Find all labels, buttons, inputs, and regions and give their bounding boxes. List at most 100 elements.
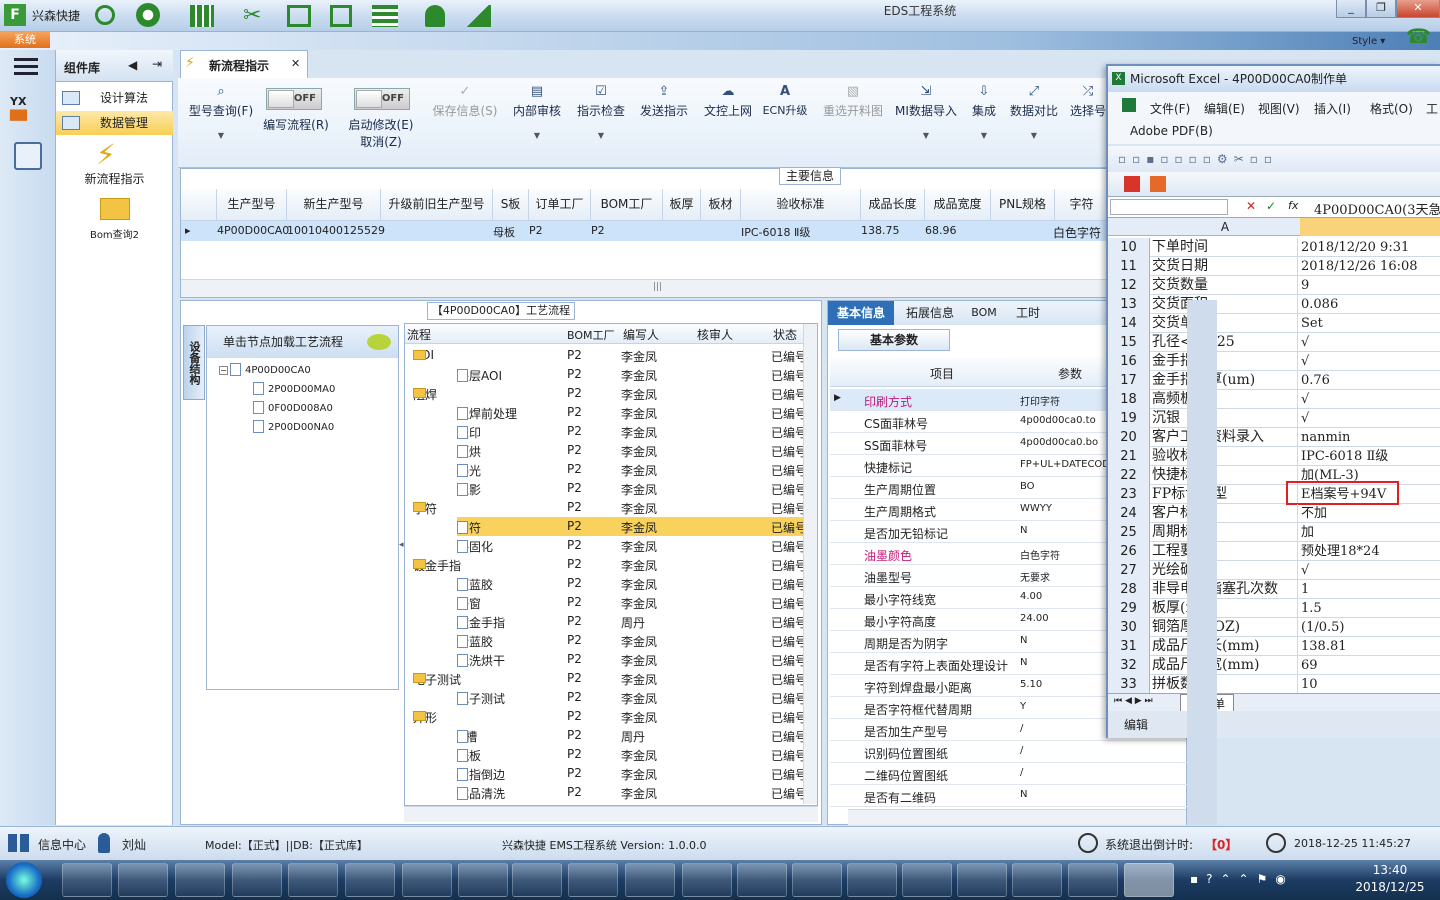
cell-b[interactable]: √: [1301, 352, 1440, 371]
sheet-nav-icon[interactable]: ⏮ ◀ ▶ ⏭: [1114, 696, 1153, 706]
tree-child[interactable]: 2P00D00MA0: [253, 382, 335, 395]
lightning-icon[interactable]: ⚡: [96, 138, 116, 171]
cell-a[interactable]: 验收标准: [1152, 447, 1298, 466]
taskbar-app-icon[interactable]: [118, 863, 168, 897]
chart-icon[interactable]: [465, 5, 491, 27]
info-center[interactable]: 信息中心: [38, 836, 86, 853]
cell-a[interactable]: 非导电树脂塞孔次数: [1152, 580, 1298, 599]
cell-b[interactable]: 2018/12/26 16:08: [1301, 257, 1440, 276]
excel-row[interactable]: 20客户工程资料录入nanmin: [1108, 428, 1440, 447]
menu-insert[interactable]: 插入(I): [1314, 100, 1351, 117]
tray-icons[interactable]: ▪?⌃⌃⚑◉: [1190, 872, 1294, 886]
cell-a[interactable]: 铜箔厚度(OZ): [1152, 618, 1298, 637]
grid-view-icon[interactable]: [8, 834, 30, 852]
taskbar-app-icon[interactable]: [62, 863, 112, 897]
cell-a[interactable]: 金手指金厚(um): [1152, 371, 1298, 390]
internal-review-button[interactable]: ▤ 内部审核 ▼: [508, 84, 566, 140]
save-icon[interactable]: [288, 863, 338, 897]
col-header[interactable]: BOM工厂: [567, 327, 615, 343]
tree-child[interactable]: 2P00D00NA0: [253, 420, 334, 433]
search-icon[interactable]: [95, 5, 115, 25]
pdf-icon[interactable]: [512, 863, 562, 897]
excel-file-icon[interactable]: [902, 863, 952, 897]
cell-b[interactable]: 不加: [1301, 504, 1440, 523]
excel-row[interactable]: 13 交货面积 0.086: [1108, 295, 1440, 314]
process-row[interactable]: 铣板 P2 李金凤 已编号: [405, 745, 807, 764]
cell-a[interactable]: 下单时间: [1152, 238, 1298, 257]
system-tab[interactable]: 系统: [0, 32, 50, 48]
excel-row[interactable]: 21 验收标准 IPC-6018 Ⅱ级: [1108, 447, 1440, 466]
folder-icon[interactable]: [100, 198, 130, 220]
cell-a[interactable]: 光绘确认: [1152, 561, 1298, 580]
excel-row[interactable]: 16 金手指 √: [1108, 352, 1440, 371]
comp-item-data-management[interactable]: 数据管理: [56, 111, 173, 135]
equipment-structure-tab[interactable]: 设备结构: [183, 325, 205, 400]
cell-b[interactable]: IPC-6018 Ⅱ级: [1301, 447, 1440, 466]
col-header[interactable]: 新生产型号: [287, 189, 381, 221]
excel-row[interactable]: 30铜箔厚度(OZ)(1/0.5): [1108, 618, 1440, 637]
excel-row[interactable]: 32成品尺寸宽(mm)69: [1108, 656, 1440, 675]
col-header[interactable]: 状态: [773, 326, 797, 343]
cell-b[interactable]: 1: [1301, 580, 1440, 599]
clock-time[interactable]: 13:40: [1355, 863, 1425, 877]
excel-taskbar-icon[interactable]: [1124, 863, 1174, 897]
excel-file-icon[interactable]: [847, 863, 897, 897]
process-row[interactable]: 成品清洗 P2 李金凤 已编号: [405, 783, 807, 802]
col-header[interactable]: 成品宽度: [925, 189, 991, 221]
taskbar-app-icon[interactable]: [458, 863, 508, 897]
process-row[interactable]: 丝印 P2 李金凤 已编号: [405, 422, 807, 441]
excel-row[interactable]: 29 板厚(mm) 1.5: [1108, 599, 1440, 618]
process-row[interactable]: 外层AOI P2 李金凤 已编号: [405, 365, 807, 384]
col-header[interactable]: 验收标准: [741, 189, 861, 221]
cell-b[interactable]: 9: [1301, 276, 1440, 295]
globe-icon[interactable]: [136, 3, 160, 27]
process-row[interactable]: 预烘 P2 李金凤 已编号: [405, 441, 807, 460]
cell-b[interactable]: √: [1301, 333, 1440, 352]
integrate-button[interactable]: ⇩ 集成 ▼: [968, 84, 1000, 140]
cell-b[interactable]: 1.5: [1301, 599, 1440, 618]
cell-a[interactable]: 客户标记: [1152, 504, 1298, 523]
instruction-check-button[interactable]: ☑ 指示检查 ▼: [572, 84, 630, 140]
cell-b[interactable]: 69: [1301, 656, 1440, 675]
basic-row[interactable]: 是否有二维码 N: [830, 785, 1188, 807]
process-row[interactable]: 终固化 P2 李金凤 已编号: [405, 536, 807, 555]
data-compare-button[interactable]: ⤢ 数据对比 ▼: [1006, 84, 1062, 140]
process-row[interactable]: 撕蓝胶 P2 李金凤 已编号: [405, 631, 807, 650]
cell-b[interactable]: 预处理18*24: [1301, 542, 1440, 561]
excel-row[interactable]: 23FP标记类型E档案号+94V: [1108, 481, 1440, 505]
process-row[interactable]: 曝光 P2 李金凤 已编号: [405, 460, 807, 479]
col-header[interactable]: 项目: [930, 365, 954, 382]
process-vscroll[interactable]: [803, 324, 817, 804]
cell-b[interactable]: 加: [1301, 523, 1440, 542]
cell-b[interactable]: 0.76: [1301, 371, 1440, 390]
yx-logo-icon[interactable]: YX ▇▇: [10, 95, 42, 125]
excel-row[interactable]: 10 下单时间 2018/12/20 9:31: [1108, 238, 1440, 257]
pdf-convert-icon[interactable]: [1150, 176, 1166, 192]
col-header[interactable]: 订单工厂: [529, 189, 591, 221]
excel-row[interactable]: 14 交货单位 Set: [1108, 314, 1440, 333]
process-row[interactable]: 压蓝胶 P2 李金凤 已编号: [405, 574, 807, 593]
cell-a[interactable]: 交货单位: [1152, 314, 1298, 333]
doc-online-button[interactable]: ☁ 文控上网: [698, 84, 758, 119]
cell-a[interactable]: 交货日期: [1152, 257, 1298, 276]
close-button[interactable]: ✕: [1396, 0, 1440, 18]
cancel-label[interactable]: 取消(Z): [342, 133, 420, 150]
cell-a[interactable]: 成品尺寸长(mm): [1152, 637, 1298, 656]
taskbar-app-icon[interactable]: [625, 863, 675, 897]
select-number-button[interactable]: ⤮ 选择号: [1068, 84, 1108, 119]
process-hscroll[interactable]: [404, 806, 818, 822]
bom-query-label[interactable]: Bom查询2: [56, 226, 173, 241]
process-row[interactable]: −外形 P2 李金凤 已编号: [405, 707, 807, 726]
process-row[interactable]: V槽 P2 周丹 已编号: [405, 726, 807, 745]
menu-file[interactable]: 文件(F): [1150, 100, 1190, 117]
cell-a[interactable]: 交货数量: [1152, 276, 1298, 295]
model-query-button[interactable]: ⌕ 型号查询(F) ▼: [184, 84, 258, 140]
pdf-icon[interactable]: [568, 863, 618, 897]
col-header[interactable]: 板厚: [663, 189, 701, 221]
start-button-icon[interactable]: [6, 862, 42, 898]
cell-a[interactable]: 沉银: [1152, 409, 1298, 428]
excel-file-icon[interactable]: [792, 863, 842, 897]
splitter-arrow-icon[interactable]: ◂: [399, 540, 404, 550]
cell-b[interactable]: 0.086: [1301, 295, 1440, 314]
excel-file-icon[interactable]: [957, 863, 1007, 897]
